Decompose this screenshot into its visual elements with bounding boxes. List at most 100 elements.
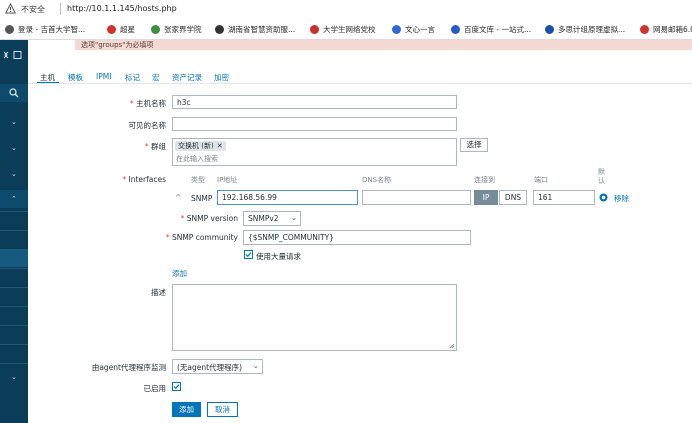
sidebar-subitem[interactable] (0, 211, 28, 229)
divider (0, 344, 28, 345)
sidebar-item-monitoring[interactable]: ⌄ (0, 115, 28, 133)
divider (0, 363, 28, 364)
dns-name-input[interactable] (362, 190, 471, 205)
tab-templates[interactable]: 模板 (68, 72, 83, 83)
chevron-up-icon[interactable]: ^ (175, 193, 181, 202)
divider (0, 268, 28, 269)
error-message: 选项"groups"为必填项 (81, 41, 154, 49)
bookmark-icon (392, 24, 401, 34)
bookmark-item[interactable]: 文心一言 (392, 23, 435, 35)
enabled-checkbox[interactable] (172, 382, 181, 391)
column-header-ip: IP地址 (217, 176, 238, 184)
bulk-requests-checkbox[interactable] (244, 250, 253, 259)
divider (0, 211, 28, 212)
sidebar: ⌄ ⌄ ⌄ ⌃ ⌄ (0, 40, 28, 423)
ip-address-input[interactable]: 192.168.56.99 (217, 190, 358, 205)
bookmark-item[interactable]: 百度文库 - 一站式... (451, 23, 531, 35)
column-header-type: 类型 (191, 176, 205, 184)
bulk-requests-label: 使用大量请求 (256, 252, 301, 261)
port-input[interactable]: 161 (533, 190, 595, 205)
connect-dns-button[interactable]: DNS (499, 190, 527, 205)
bookmark-item[interactable]: 多思计组原理虚拟... (545, 23, 625, 35)
bookmark-item[interactable]: 登录 - 吉首大学智... (5, 23, 85, 35)
interfaces-label: * Interfaces (122, 175, 166, 184)
visible-name-label: 可见的名称 (128, 121, 167, 130)
bookmark-item[interactable]: 湖南省智慧资助服... (215, 23, 295, 35)
visible-name-input[interactable] (172, 117, 457, 131)
bookmark-item[interactable]: 网易邮箱6.0 (640, 23, 692, 35)
divider (0, 306, 28, 307)
chevron-down-icon: ⌄ (11, 118, 17, 126)
insecure-label[interactable]: 不安全 (21, 4, 45, 15)
sidebar-subitem-hosts[interactable] (0, 249, 28, 267)
bookmark-icon (151, 24, 160, 34)
column-header-dns: DNS名称 (362, 176, 392, 184)
description-textarea[interactable] (172, 284, 457, 351)
search-icon (9, 88, 19, 98)
sidebar-item-inventory[interactable]: ⌄ (0, 167, 28, 185)
divider (0, 287, 28, 288)
tab-macros[interactable]: 宏 (152, 72, 160, 83)
hostname-label: * 主机名称 (129, 99, 166, 108)
sidebar-item-configuration[interactable]: ⌃ (0, 190, 28, 208)
sidebar-item-administration[interactable]: ⌄ (0, 370, 28, 388)
error-banner (75, 40, 692, 50)
snmp-version-label: * SNMP version (180, 214, 238, 223)
cancel-button[interactable]: 取消 (207, 402, 238, 417)
remove-interface-link[interactable]: 移除 (614, 193, 629, 204)
tab-encryption[interactable]: 加密 (214, 72, 229, 83)
bookmark-icon (107, 24, 116, 34)
add-interface-link[interactable]: 添加 (172, 268, 187, 279)
collapse-icons[interactable] (2, 50, 26, 60)
chevron-down-icon: ⌄ (11, 170, 17, 178)
default-radio[interactable] (599, 193, 608, 202)
groups-multiselect[interactable]: 交换机 (新) ✕ 在此输入搜索 (172, 138, 457, 166)
sidebar-search[interactable] (0, 84, 28, 102)
snmp-community-label: * SNMP community (165, 233, 238, 242)
bookmark-icon (215, 24, 224, 34)
sidebar-item-services[interactable]: ⌄ (0, 141, 28, 159)
bookmark-icon (640, 24, 649, 34)
add-button[interactable]: 添加 (172, 402, 201, 417)
chevron-down-icon: ⌄ (11, 144, 17, 152)
column-header-port: 端口 (534, 176, 548, 184)
groups-search-placeholder[interactable]: 在此输入搜索 (176, 154, 218, 164)
remove-tag-icon[interactable]: ✕ (217, 141, 223, 151)
tab-tags[interactable]: 标记 (125, 72, 140, 83)
bookmark-item[interactable]: 大学生网络党校 (310, 23, 376, 35)
proxy-select[interactable]: (无agent代理程序) ⌄ (172, 359, 263, 374)
enabled-label: 已启用 (143, 384, 167, 393)
chevron-up-icon: ⌃ (11, 195, 17, 203)
divider (0, 325, 28, 326)
bookmark-icon (310, 24, 319, 34)
url-text[interactable]: http://10.1.1.145/hosts.php (67, 4, 177, 13)
bookmark-icon (5, 24, 14, 34)
resize-handle-icon[interactable] (449, 343, 455, 349)
tab-ipmi[interactable]: IPMI (96, 72, 111, 81)
bookmark-item[interactable]: 超星 (107, 23, 135, 35)
bookmark-icon (545, 24, 554, 34)
tab-inventory[interactable]: 资产记录 (172, 72, 202, 83)
column-header-default: 默认 (598, 168, 605, 185)
bookmark-icon (451, 24, 460, 34)
description-label: 描述 (151, 288, 166, 297)
chevron-down-icon: ⌄ (11, 373, 17, 381)
groups-label: * 群组 (144, 142, 166, 151)
warning-icon (5, 3, 16, 14)
divider (28, 83, 692, 84)
groups-select-button[interactable]: 选择 (460, 138, 488, 152)
connect-ip-button[interactable]: IP (474, 190, 498, 205)
chevron-down-icon: ⌄ (290, 213, 297, 222)
group-tag: 交换机 (新) ✕ (175, 141, 226, 151)
address-bar: 不安全 http://10.1.1.145/hosts.php (0, 0, 692, 19)
snmp-community-input[interactable]: {$SNMP_COMMUNITY} (243, 230, 471, 245)
hostname-input[interactable]: h3c (172, 95, 457, 109)
bookmark-item[interactable]: 张家界学院 (151, 23, 202, 35)
snmp-version-select[interactable]: SNMPv2 ⌄ (243, 211, 301, 226)
column-header-connect: 连接到 (474, 176, 495, 184)
bookmarks-bar: 登录 - 吉首大学智... 超星 张家界学院 湖南省智慧资助服... 大学生网络… (0, 18, 692, 40)
interface-type: SNMP (191, 194, 213, 203)
chevron-down-icon: ⌄ (252, 361, 259, 370)
divider (0, 230, 28, 231)
proxy-label: 由agent代理程序监测 (91, 363, 166, 372)
